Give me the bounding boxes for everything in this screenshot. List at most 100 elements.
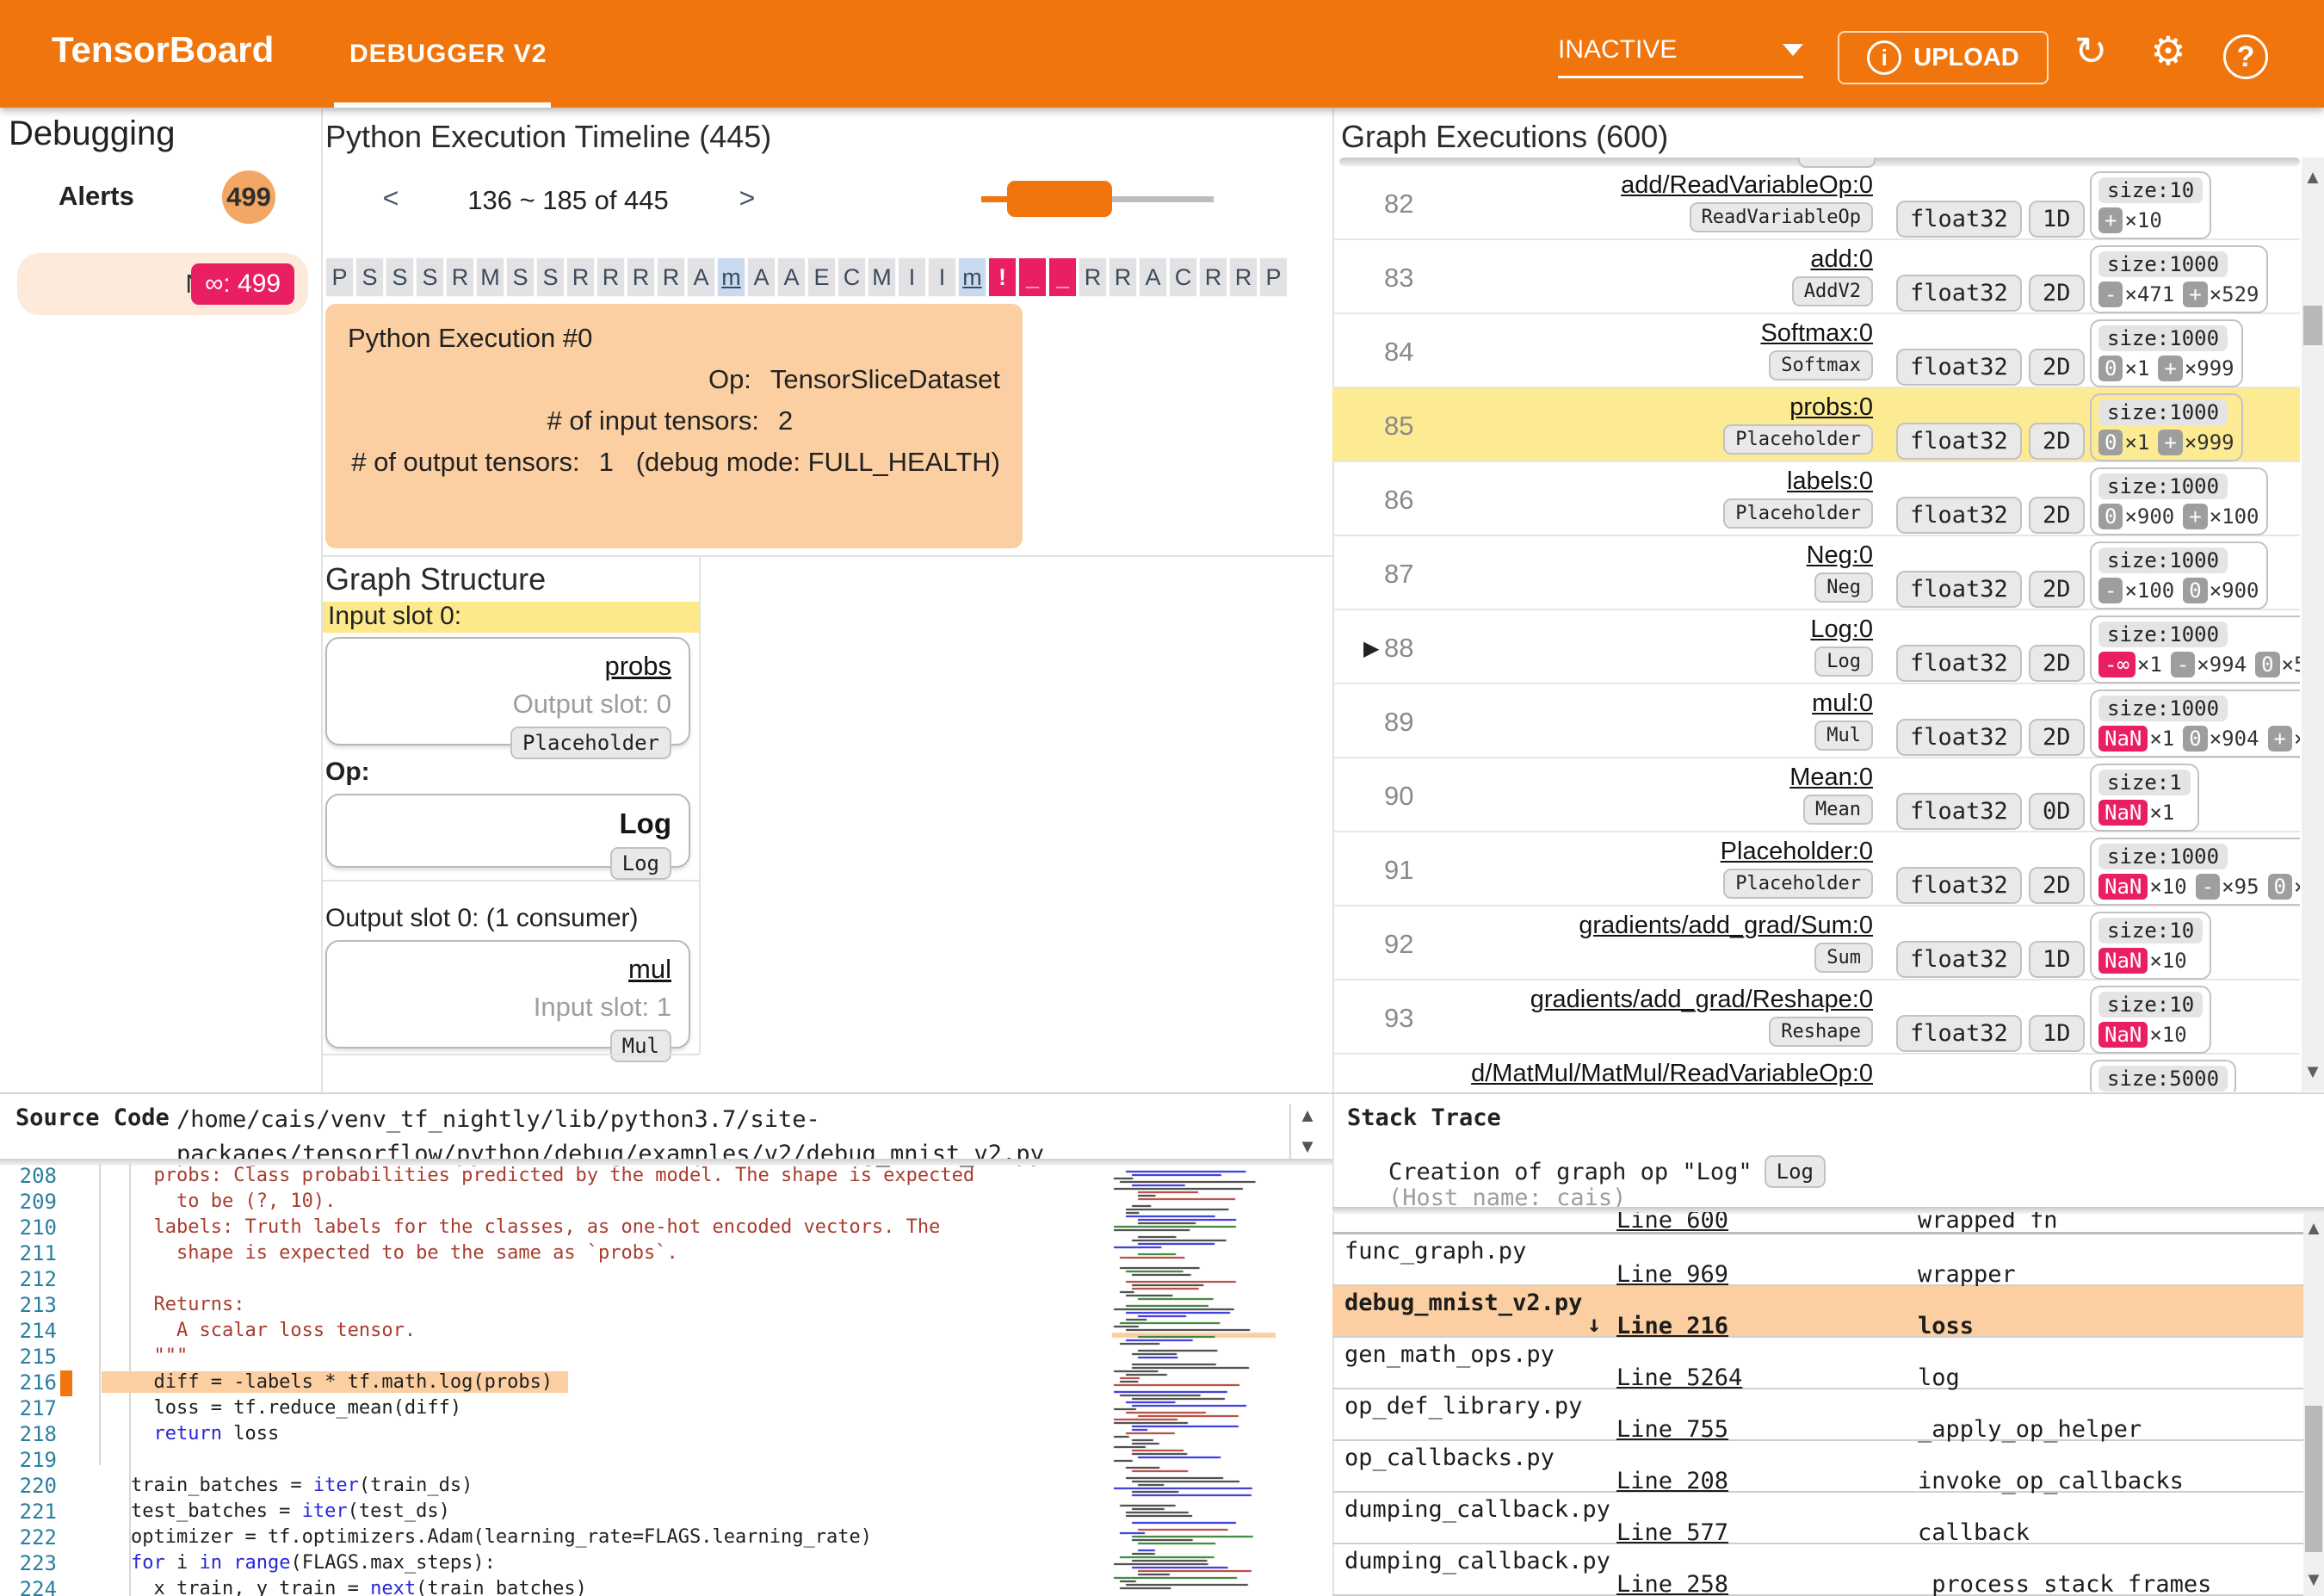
graph-executions-scroll-thumb[interactable]: [2303, 306, 2322, 345]
stack-frame-line-link[interactable]: Line 600: [1616, 1212, 1840, 1232]
stack-frame-partial[interactable]: Line 600 wrapped_fn: [1332, 1212, 2303, 1234]
upload-button[interactable]: i UPLOAD: [1838, 31, 2049, 84]
slider-thumb[interactable]: [1007, 181, 1112, 217]
graph-execution-row[interactable]: 91 Placeholder:0 Placeholder float32 2D size:…: [1332, 832, 2300, 906]
graph-execution-row[interactable]: 89mul:0Mulfloat322Dsize:1000NaN×10×904+×…: [1332, 684, 2300, 758]
timeline-cell[interactable]: P: [1259, 257, 1288, 297]
tensor-name-link[interactable]: probs:0: [1332, 393, 1873, 422]
timeline-cell[interactable]: R: [446, 257, 474, 297]
tensor-name-link[interactable]: Log:0: [1332, 616, 1873, 644]
line-number[interactable]: 221: [0, 1500, 57, 1524]
graph-executions-scrollbar[interactable]: ▲ ▼: [2302, 158, 2324, 1092]
tensor-name-link[interactable]: add:0: [1332, 245, 1873, 274]
timeline-cell[interactable]: A: [687, 257, 715, 297]
timeline-cell[interactable]: R: [627, 257, 655, 297]
line-number[interactable]: 219: [0, 1448, 57, 1472]
tab-debugger-v2[interactable]: DEBUGGER V2: [343, 0, 553, 108]
tensor-name-link[interactable]: Placeholder:0: [1332, 838, 1873, 866]
timeline-prev-button[interactable]: <: [372, 182, 410, 220]
timeline-slider[interactable]: [981, 176, 1214, 221]
timeline-cell[interactable]: C: [1169, 257, 1197, 297]
stack-frame-line-link[interactable]: Line 755: [1616, 1416, 1840, 1443]
graph-execution-row[interactable]: 85 probs:0 Placeholder float32 2D size:1000 0 ×…: [1332, 388, 2300, 462]
line-number[interactable]: 210: [0, 1216, 57, 1240]
stack-frame-line-link[interactable]: Line 216: [1616, 1313, 1840, 1339]
run-status-select[interactable]: INACTIVE: [1558, 26, 1803, 74]
stack-frame-line-link[interactable]: Line 5264: [1616, 1364, 1840, 1391]
stack-trace-scroll-thumb[interactable]: [2305, 1406, 2322, 1552]
line-number[interactable]: 214: [0, 1319, 57, 1343]
graph-execution-row[interactable]: 93 gradients/add_grad/Reshape:0 Reshape flo…: [1332, 980, 2300, 1055]
timeline-cell[interactable]: R: [596, 257, 625, 297]
stack-frame[interactable]: dumping_callback.py Line 577 callback: [1332, 1493, 2303, 1546]
timeline-cell[interactable]: C: [838, 257, 866, 297]
timeline-cell[interactable]: I: [928, 257, 956, 297]
tensor-name-link[interactable]: mul:0: [1332, 690, 1873, 718]
line-number[interactable]: 211: [0, 1241, 57, 1265]
graph-execution-row[interactable]: 90 Mean:0 Mean float32 0D size:1 NaN ×1: [1332, 758, 2300, 832]
timeline-cell[interactable]: R: [657, 257, 685, 297]
stack-frame-line-link[interactable]: Line 208: [1616, 1468, 1840, 1494]
line-number[interactable]: 222: [0, 1525, 57, 1550]
line-number[interactable]: 224: [0, 1577, 57, 1596]
line-number[interactable]: 223: [0, 1551, 57, 1575]
graph-execution-row[interactable]: 83 add:0 AddV2 float32 2D size:1000- ×471 + ×529: [1332, 240, 2300, 314]
timeline-cell-alert[interactable]: _: [1048, 257, 1077, 297]
timeline-cell[interactable]: I: [898, 257, 926, 297]
scroll-down-icon[interactable]: ▼: [2302, 1061, 2324, 1083]
timeline-cell[interactable]: S: [506, 257, 535, 297]
graph-execution-row[interactable]: ▶ 88 Log:0 Log float32 2D size:1000 -∞ ×1- ×994 0 ×…: [1332, 610, 2300, 684]
timeline-cell[interactable]: P: [325, 257, 354, 297]
line-number[interactable]: 208: [0, 1164, 57, 1188]
scroll-down-icon[interactable]: ▼: [2303, 1568, 2324, 1591]
graph-execution-row[interactable]: 84 Softmax:0 Softmax float32 2D size:1000 0 ×1 +…: [1332, 314, 2300, 388]
graph-execution-row[interactable]: 82 add/ReadVariableOp:0 ReadVariableOp floa…: [1332, 166, 2300, 240]
graph-execution-row[interactable]: 87 Neg:0 Neg float32 2D size:1000- ×100 0 ×900: [1332, 536, 2300, 610]
timeline-cell[interactable]: S: [386, 257, 414, 297]
file-down-icon[interactable]: ▼: [1291, 1135, 1324, 1158]
stack-frame[interactable]: op_def_library.py Line 755 _apply_op_helpe…: [1332, 1389, 2303, 1443]
line-number[interactable]: 216: [0, 1370, 57, 1395]
graph-execution-row[interactable]: 86 labels:0 Placeholder float32 2D size:1000 0…: [1332, 462, 2300, 536]
line-number[interactable]: 217: [0, 1396, 57, 1420]
tensor-name-link[interactable]: add/ReadVariableOp:0: [1332, 171, 1873, 200]
help-icon[interactable]: ?: [2219, 26, 2272, 79]
gear-icon[interactable]: ⚙: [2142, 24, 2195, 77]
tensor-name-link[interactable]: labels:0: [1332, 467, 1873, 496]
tensor-name-link[interactable]: Softmax:0: [1332, 319, 1873, 348]
timeline-cell[interactable]: R: [1199, 257, 1227, 297]
stack-frame[interactable]: func_graph.py Line 969 wrapper: [1332, 1234, 2303, 1288]
timeline-next-button[interactable]: >: [728, 182, 766, 220]
consumer-node-link[interactable]: mul: [628, 954, 671, 985]
timeline-cell[interactable]: R: [566, 257, 595, 297]
scroll-up-icon[interactable]: ▲: [2302, 166, 2324, 189]
timeline-cell[interactable]: S: [416, 257, 444, 297]
timeline-cell[interactable]: M: [868, 257, 896, 297]
stack-frame[interactable]: op_callbacks.py Line 208 invoke_op_callbac…: [1332, 1441, 2303, 1494]
source-file-stepper[interactable]: ▲ ▼: [1289, 1104, 1324, 1161]
timeline-cell[interactable]: S: [536, 257, 565, 297]
timeline-cell[interactable]: R: [1079, 257, 1107, 297]
line-number[interactable]: 218: [0, 1422, 57, 1446]
timeline-cell[interactable]: M: [476, 257, 504, 297]
timeline-cell-alert[interactable]: !: [988, 257, 1017, 297]
timeline-cell[interactable]: m: [717, 257, 745, 297]
line-number[interactable]: 213: [0, 1293, 57, 1317]
timeline-cell[interactable]: A: [777, 257, 806, 297]
timeline-cell[interactable]: R: [1109, 257, 1137, 297]
stack-frame[interactable]: gen_math_ops.py Line 5264 log: [1332, 1338, 2303, 1391]
graph-execution-row[interactable]: 92 gradients/add_grad/Sum:0 Sum float32 1D si…: [1332, 906, 2300, 980]
tensor-name-link[interactable]: Mean:0: [1332, 764, 1873, 792]
line-number[interactable]: 209: [0, 1190, 57, 1214]
stack-frame-line-link[interactable]: Line 258: [1616, 1571, 1840, 1596]
stack-trace-scrollbar[interactable]: ▲ ▼: [2303, 1212, 2324, 1596]
line-number[interactable]: 212: [0, 1267, 57, 1291]
line-number[interactable]: 220: [0, 1474, 57, 1498]
timeline-cell[interactable]: A: [747, 257, 776, 297]
line-number[interactable]: 215: [0, 1345, 57, 1369]
timeline-cell[interactable]: R: [1229, 257, 1258, 297]
timeline-cell[interactable]: S: [355, 257, 384, 297]
tensor-name-link[interactable]: gradients/add_grad/Sum:0: [1332, 912, 1873, 940]
source-minimap[interactable]: [1112, 1169, 1276, 1593]
file-up-icon[interactable]: ▲: [1291, 1104, 1324, 1127]
